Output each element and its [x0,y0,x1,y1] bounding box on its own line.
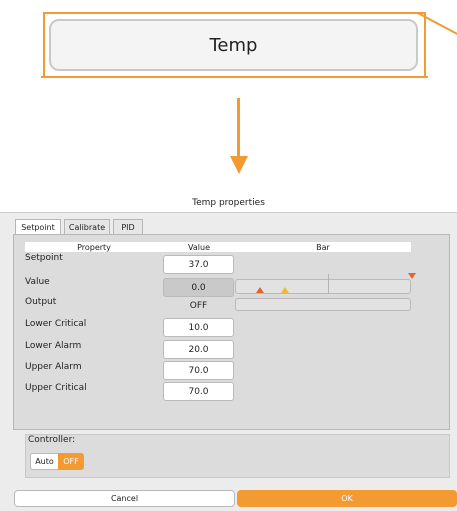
triangle-up-icon [281,287,289,293]
tab-pid[interactable]: PID [113,219,143,234]
tab-calibrate[interactable]: Calibrate [64,219,110,234]
row-label-setpoint: Setpoint [25,253,63,263]
window-title-text: Temp properties [192,197,265,208]
setpoint-marker-line [328,274,329,294]
output-readout: OFF [189,301,208,311]
down-arrow-icon [237,98,240,158]
column-header-property: Property [25,242,163,252]
window-title: Temp properties [0,193,457,213]
row-label-lower-alarm: Lower Alarm [25,341,82,351]
highlight-underline [41,76,428,78]
triangle-down-icon [408,273,416,279]
output-bar [235,298,411,311]
row-label-value: Value [25,277,50,287]
column-header-value: Value [163,242,235,252]
controller-label: Controller: [28,435,76,445]
triangle-up-icon [256,287,264,293]
row-label-output: Output [25,297,57,307]
controller-off-toggle[interactable]: OFF [58,453,84,470]
lower-alarm-input[interactable]: 20.0 [163,340,234,359]
controller-auto-toggle[interactable]: Auto [30,453,58,470]
row-label-upper-critical: Upper Critical [25,383,87,393]
down-arrow-head-icon [230,156,248,174]
row-label-lower-critical: Lower Critical [25,319,87,329]
row-label-upper-alarm: Upper Alarm [25,362,82,372]
upper-alarm-input[interactable]: 70.0 [163,361,234,380]
value-readout: 0.0 [163,278,234,297]
temp-widget-button[interactable]: Temp [49,19,418,71]
lower-critical-input[interactable]: 10.0 [163,318,234,337]
ok-button[interactable]: OK [237,490,457,507]
tab-setpoint[interactable]: Setpoint [15,219,61,234]
upper-critical-input[interactable]: 70.0 [163,382,234,401]
column-header-bar: Bar [235,242,411,252]
temp-widget-label: Temp [209,34,258,56]
setpoint-input[interactable]: 37.0 [163,255,234,274]
controller-group [25,434,450,478]
cancel-button[interactable]: Cancel [14,490,235,507]
